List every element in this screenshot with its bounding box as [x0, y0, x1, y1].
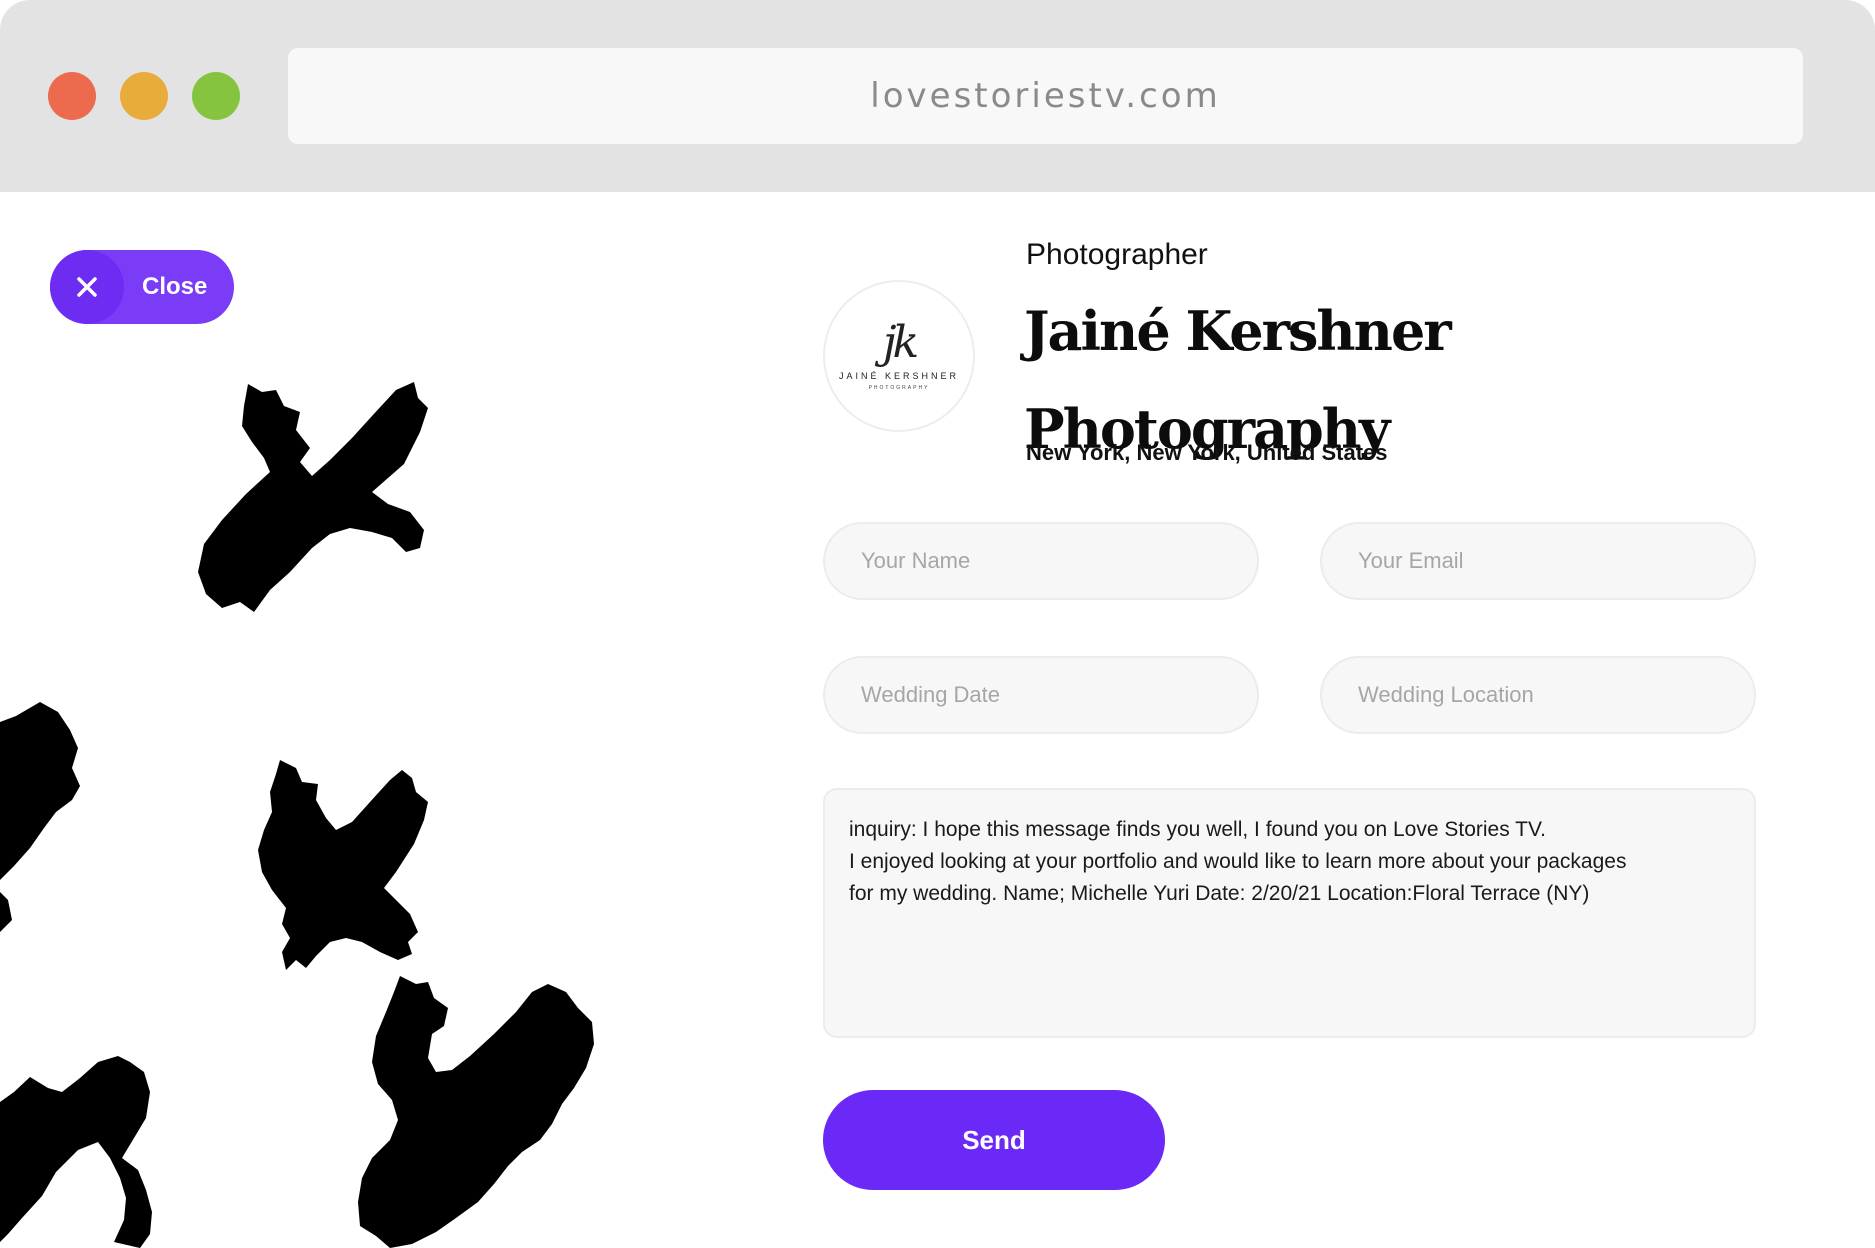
close-window-icon[interactable] [48, 72, 96, 120]
brush-mark-5 [0, 1056, 152, 1248]
brush-mark-4 [258, 760, 428, 970]
close-icon [50, 250, 124, 324]
address-bar[interactable]: lovestoriestv.com [288, 48, 1803, 144]
minimize-window-icon[interactable] [120, 72, 168, 120]
browser-chrome: lovestoriestv.com [0, 0, 1875, 192]
brush-mark-2 [0, 702, 80, 880]
profile-location: New York, New York, United States [1026, 440, 1388, 465]
brush-mark-3 [0, 892, 12, 932]
profile-role: Photographer [1026, 238, 1208, 271]
send-button[interactable]: Send [823, 1090, 1165, 1190]
message-textarea[interactable]: inquiry: I hope this message finds you w… [823, 788, 1756, 1038]
logo-monogram: jk [882, 317, 919, 368]
close-button-label: Close [142, 273, 208, 300]
wedding-location-input[interactable] [1320, 656, 1756, 734]
decorative-brush-art [0, 382, 594, 1248]
name-input[interactable] [823, 522, 1259, 600]
brush-mark-6 [358, 976, 594, 1248]
brush-mark-1 [198, 382, 428, 612]
maximize-window-icon[interactable] [192, 72, 240, 120]
email-input[interactable] [1320, 522, 1756, 600]
browser-window: lovestoriestv.com Close jk JAINÉ KERSHNE… [0, 0, 1875, 1248]
logo-name: JAINÉ KERSHNER [838, 371, 960, 381]
page-content: Close jk JAINÉ KERSHNER PHOTOGRAPHY Phot… [0, 192, 1875, 1248]
wedding-date-input[interactable] [823, 656, 1259, 734]
studio-name-line1: Jainé Kershner [1024, 299, 1452, 363]
profile-logo: jk JAINÉ KERSHNER PHOTOGRAPHY [823, 280, 975, 432]
logo-subtitle: PHOTOGRAPHY [868, 385, 930, 391]
close-button[interactable]: Close [50, 250, 234, 324]
